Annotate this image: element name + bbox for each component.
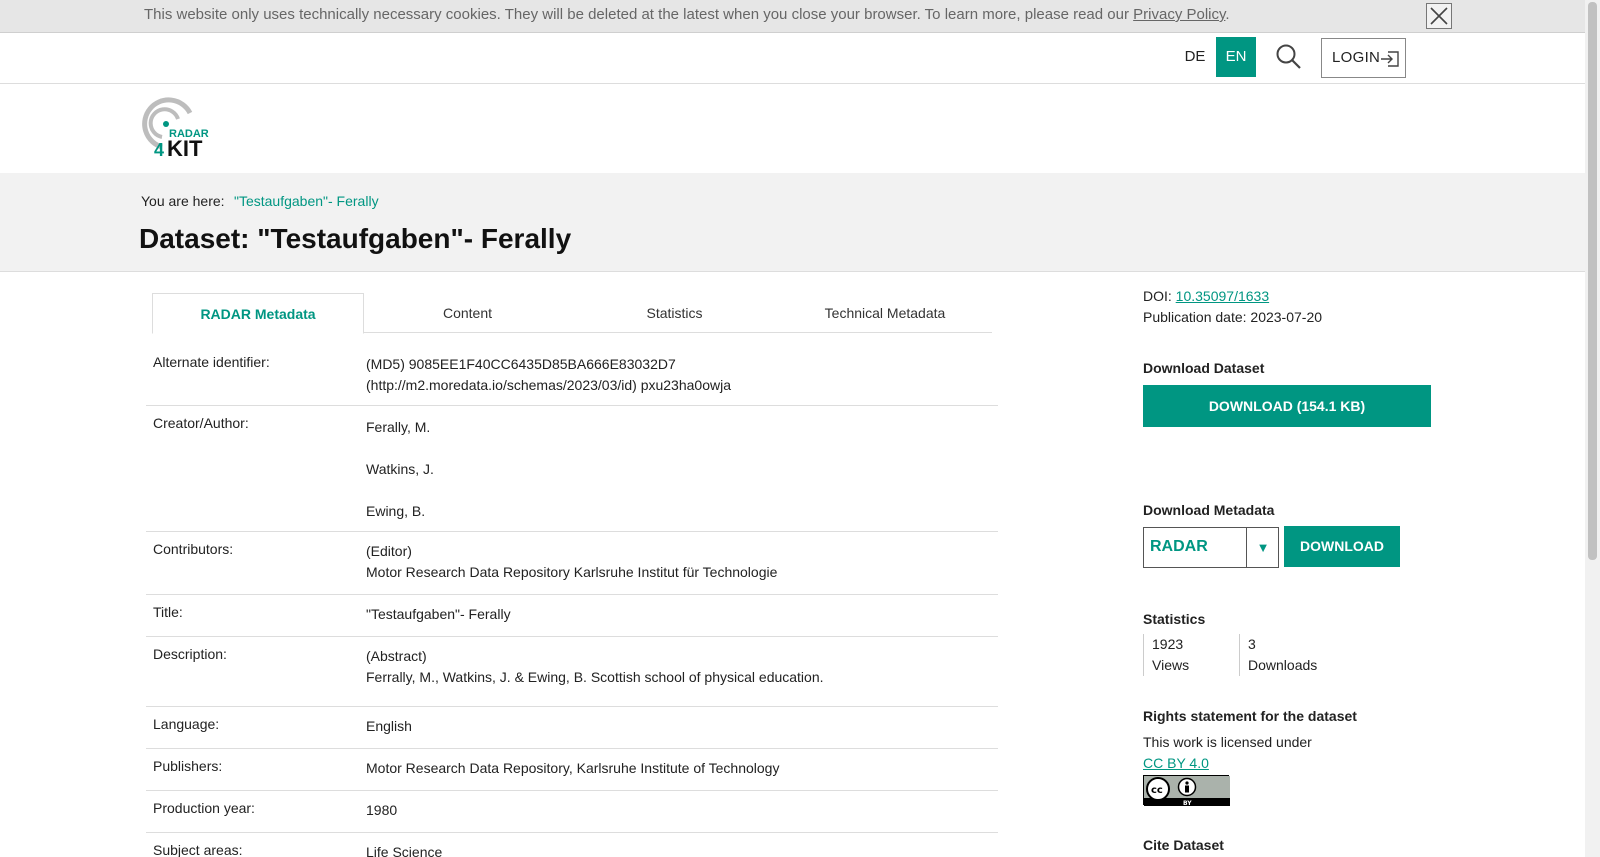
license-line: CC BY 4.0	[1143, 755, 1209, 771]
value-line: (MD5) 9085EE1F40CC6435D85BA666E83032D7	[366, 356, 676, 372]
privacy-policy-link[interactable]: Privacy Policy	[1133, 6, 1225, 23]
cookie-message: This website only uses technically neces…	[144, 6, 1230, 23]
tab-content[interactable]: Content	[364, 293, 571, 333]
metadata-format-select[interactable]: RADAR ▼	[1143, 527, 1279, 568]
row-label: Description:	[153, 646, 227, 662]
cookie-close-button[interactable]	[1426, 3, 1452, 29]
cookie-text: This website only uses technically neces…	[144, 6, 1134, 23]
value-line: Life Science	[366, 844, 443, 857]
creator-name: Ewing, B.	[366, 503, 426, 519]
row-value: Motor Research Data Repository, Karlsruh…	[366, 758, 779, 779]
cc-by-badge[interactable]: cc BY	[1143, 775, 1230, 807]
metadata-row-title: Title: "Testaufgaben"- Ferally	[146, 595, 998, 637]
chevron-down-icon: ▼	[1246, 528, 1279, 567]
value-line: Ferrally, M., Watkins, J. & Ewing, B. Sc…	[366, 669, 824, 685]
views-stat: 1923 Views	[1143, 634, 1239, 676]
page-scrollbar[interactable]	[1585, 0, 1600, 857]
title-band: You are here: "Testaufgaben"- Ferally Da…	[0, 173, 1585, 272]
downloads-label: Downloads	[1248, 657, 1318, 673]
row-label: Contributors:	[153, 541, 234, 557]
publication-date: Publication date: 2023-07-20	[1143, 309, 1323, 325]
login-icon	[1381, 51, 1399, 67]
search-icon	[1276, 44, 1301, 69]
statistics-heading: Statistics	[1143, 611, 1206, 627]
tab-technical-metadata[interactable]: Technical Metadata	[778, 293, 992, 333]
row-value: 1980	[366, 800, 397, 821]
metadata-row-subject-areas: Subject areas: Life Science	[146, 833, 998, 857]
download-dataset-button[interactable]: DOWNLOAD (154.1 KB)	[1143, 385, 1431, 427]
download-metadata-button[interactable]: DOWNLOAD	[1284, 526, 1400, 567]
svg-text:cc: cc	[1151, 785, 1163, 796]
row-value: Life Science	[366, 842, 442, 857]
search-button[interactable]	[1275, 43, 1303, 71]
value-line: Motor Research Data Repository Karlsruhe…	[366, 564, 778, 580]
breadcrumb-link[interactable]: "Testaufgaben"- Ferally	[234, 193, 379, 209]
metadata-row-language: Language: English	[146, 707, 998, 749]
language-en-button[interactable]: EN	[1216, 37, 1256, 77]
creator-name: Watkins, J.	[366, 461, 434, 477]
row-value: (Abstract) Ferrally, M., Watkins, J. & E…	[366, 646, 824, 688]
cc-by-icon: cc BY	[1144, 776, 1230, 807]
doi-label: DOI:	[1143, 288, 1172, 304]
row-value: Ferally, M. Watkins, J. Ewing, B.	[366, 406, 434, 532]
radar4kit-logo[interactable]: RADAR 4 KIT	[140, 97, 230, 161]
value-line: (Editor)	[366, 543, 412, 559]
value-line: (Abstract)	[366, 648, 427, 664]
rights-text: This work is licensed under	[1143, 734, 1312, 750]
doi-line: DOI: 10.35097/1633	[1143, 288, 1269, 304]
language-de-button[interactable]: DE	[1180, 37, 1210, 77]
cc-by-label: BY	[1183, 800, 1192, 806]
views-count: 1923	[1152, 636, 1184, 652]
rights-heading: Rights statement for the dataset	[1143, 708, 1357, 724]
row-value: English	[366, 716, 412, 737]
row-label: Publishers:	[153, 758, 223, 774]
tab-statistics[interactable]: Statistics	[571, 293, 778, 333]
download-dataset-heading: Download Dataset	[1143, 360, 1265, 376]
metadata-row-contributors: Contributors: (Editor) Motor Research Da…	[146, 532, 998, 595]
row-label: Production year:	[153, 800, 255, 816]
logo-kit-text: KIT	[167, 136, 203, 161]
value-line: Motor Research Data Repository, Karlsruh…	[366, 760, 780, 776]
scrollbar-thumb[interactable]	[1588, 2, 1597, 560]
row-value: (MD5) 9085EE1F40CC6435D85BA666E83032D7 (…	[366, 354, 731, 396]
row-label: Creator/Author:	[153, 415, 249, 431]
license-link[interactable]: CC BY 4.0	[1143, 755, 1209, 771]
metadata-tabs: RADAR Metadata Content Statistics Techni…	[152, 293, 992, 334]
login-label: LOGIN	[1332, 49, 1381, 66]
tab-radar-metadata[interactable]: RADAR Metadata	[152, 293, 364, 334]
value-line: English	[366, 718, 412, 734]
row-label: Alternate identifier:	[153, 354, 270, 370]
row-label: Language:	[153, 716, 220, 732]
metadata-row-description: Description: (Abstract) Ferrally, M., Wa…	[146, 637, 998, 707]
row-value: (Editor) Motor Research Data Repository …	[366, 541, 777, 583]
cookie-banner: This website only uses technically neces…	[0, 0, 1585, 33]
value-line: 1980	[366, 802, 398, 818]
page-title: Dataset: "Testaufgaben"- Ferally	[139, 223, 572, 254]
doi-link[interactable]: 10.35097/1633	[1176, 288, 1269, 304]
metadata-row-production-year: Production year: 1980	[146, 791, 998, 833]
value-line: "Testaufgaben"- Ferally	[366, 606, 511, 622]
logo-four-text: 4	[154, 140, 164, 160]
top-navigation: DE EN LOGIN	[0, 33, 1585, 84]
metadata-format-value: RADAR	[1150, 538, 1208, 555]
login-button[interactable]: LOGIN	[1321, 38, 1406, 78]
close-icon	[1430, 7, 1448, 25]
cite-dataset-heading: Cite Dataset	[1143, 837, 1224, 853]
metadata-row-alternate-identifier: Alternate identifier: (MD5) 9085EE1F40CC…	[146, 345, 998, 406]
cookie-text-end: .	[1225, 6, 1230, 23]
row-label: Title:	[153, 604, 183, 620]
logo-band: RADAR 4 KIT	[0, 84, 1585, 173]
downloads-stat: 3 Downloads	[1239, 634, 1317, 676]
metadata-row-publishers: Publishers: Motor Research Data Reposito…	[146, 749, 998, 791]
creator-name: Ferally, M.	[366, 419, 431, 435]
views-label: Views	[1152, 657, 1190, 673]
value-line: (http://m2.moredata.io/schemas/2023/03/i…	[366, 377, 731, 393]
downloads-count: 3	[1248, 636, 1256, 652]
download-metadata-heading: Download Metadata	[1143, 502, 1275, 518]
breadcrumb-label: You are here:	[141, 193, 225, 209]
row-label: Subject areas:	[153, 842, 243, 857]
row-value: "Testaufgaben"- Ferally	[366, 604, 511, 625]
metadata-row-creator: Creator/Author: Ferally, M. Watkins, J. …	[146, 406, 998, 532]
